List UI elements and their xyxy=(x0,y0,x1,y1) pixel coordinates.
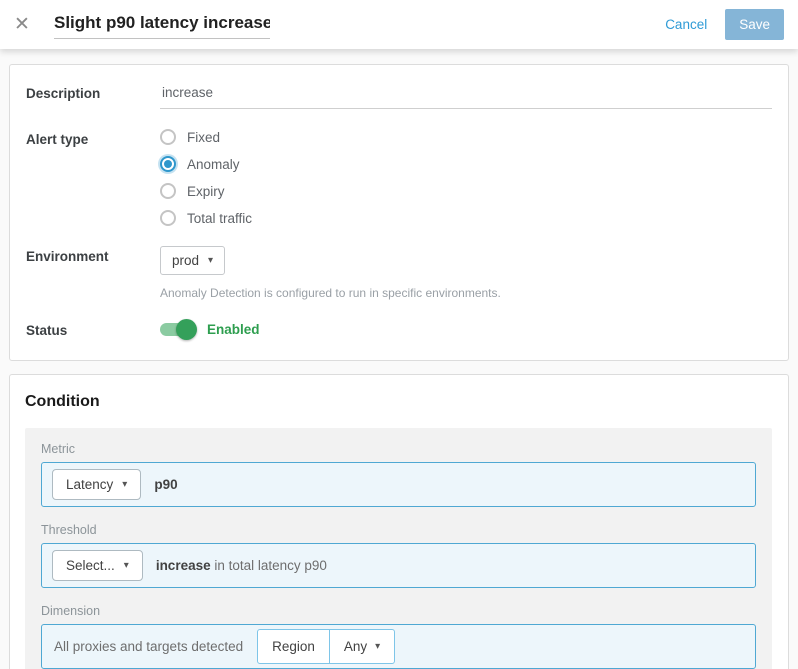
environment-dropdown-value: prod xyxy=(172,253,199,268)
chevron-down-icon: ▾ xyxy=(124,561,129,571)
threshold-value-rest: in total latency p90 xyxy=(211,558,327,573)
status-label: Status xyxy=(26,320,160,338)
environment-label: Environment xyxy=(26,246,160,300)
environment-row: Environment prod ▾ Anomaly Detection is … xyxy=(26,246,772,300)
metric-dropdown-value: Latency xyxy=(66,477,113,492)
radio-label: Total traffic xyxy=(187,211,252,226)
status-row: Status Enabled xyxy=(26,320,772,338)
radio-icon xyxy=(160,183,176,199)
threshold-value-bold: increase xyxy=(156,558,211,573)
threshold-dropdown-value: Select... xyxy=(66,558,115,573)
cancel-button[interactable]: Cancel xyxy=(665,17,707,32)
condition-box: Metric Latency ▾ p90 Threshold Select...… xyxy=(25,428,772,669)
environment-helper-text: Anomaly Detection is configured to run i… xyxy=(160,286,772,300)
dimension-field-label: Dimension xyxy=(41,604,756,618)
status-value: Enabled xyxy=(207,322,260,337)
metric-dropdown[interactable]: Latency ▾ xyxy=(52,469,141,500)
description-row: Description xyxy=(26,83,772,109)
header-bar: ✕ Cancel Save xyxy=(0,0,798,49)
alert-type-radio-group: Fixed Anomaly Expiry Total traffic xyxy=(160,129,772,226)
radio-icon-selected xyxy=(160,156,176,172)
radio-label: Anomaly xyxy=(187,157,240,172)
dimension-text: All proxies and targets detected xyxy=(54,639,243,654)
chevron-down-icon: ▾ xyxy=(375,642,380,652)
toggle-knob xyxy=(176,319,197,340)
alert-type-row: Alert type Fixed Anomaly Expiry Total tr… xyxy=(26,129,772,226)
alert-settings-panel: Description Alert type Fixed Anomaly Exp… xyxy=(9,64,789,361)
alert-type-label: Alert type xyxy=(26,129,160,226)
threshold-description: increase in total latency p90 xyxy=(156,558,327,573)
chevron-down-icon: ▾ xyxy=(208,256,213,266)
metric-row: Latency ▾ p90 xyxy=(41,462,756,507)
environment-dropdown[interactable]: prod ▾ xyxy=(160,246,225,275)
radio-option-total-traffic[interactable]: Total traffic xyxy=(160,210,772,226)
alert-title-input[interactable] xyxy=(54,11,270,39)
condition-panel: Condition Metric Latency ▾ p90 Threshold… xyxy=(9,374,789,669)
close-icon[interactable]: ✕ xyxy=(12,13,40,36)
threshold-field-label: Threshold xyxy=(41,523,756,537)
description-input[interactable] xyxy=(160,83,772,109)
radio-option-anomaly[interactable]: Anomaly xyxy=(160,156,772,172)
metric-field-label: Metric xyxy=(41,442,756,456)
radio-label: Expiry xyxy=(187,184,225,199)
chevron-down-icon: ▾ xyxy=(122,480,127,490)
description-label: Description xyxy=(26,83,160,109)
status-toggle[interactable] xyxy=(160,323,194,336)
dimension-region-button[interactable]: Region xyxy=(257,629,330,664)
threshold-row: Select... ▾ increase in total latency p9… xyxy=(41,543,756,588)
metric-value: p90 xyxy=(154,477,177,492)
radio-label: Fixed xyxy=(187,130,220,145)
condition-heading: Condition xyxy=(25,393,772,411)
radio-icon xyxy=(160,129,176,145)
dimension-any-dropdown[interactable]: Any ▾ xyxy=(330,629,395,664)
radio-option-fixed[interactable]: Fixed xyxy=(160,129,772,145)
save-button[interactable]: Save xyxy=(725,9,784,40)
dimension-row: All proxies and targets detected Region … xyxy=(41,624,756,669)
radio-icon xyxy=(160,210,176,226)
main-content: Description Alert type Fixed Anomaly Exp… xyxy=(0,49,798,669)
dimension-segment-group: Region Any ▾ xyxy=(257,629,395,664)
radio-option-expiry[interactable]: Expiry xyxy=(160,183,772,199)
threshold-dropdown[interactable]: Select... ▾ xyxy=(52,550,143,581)
dimension-any-value: Any xyxy=(344,639,367,654)
